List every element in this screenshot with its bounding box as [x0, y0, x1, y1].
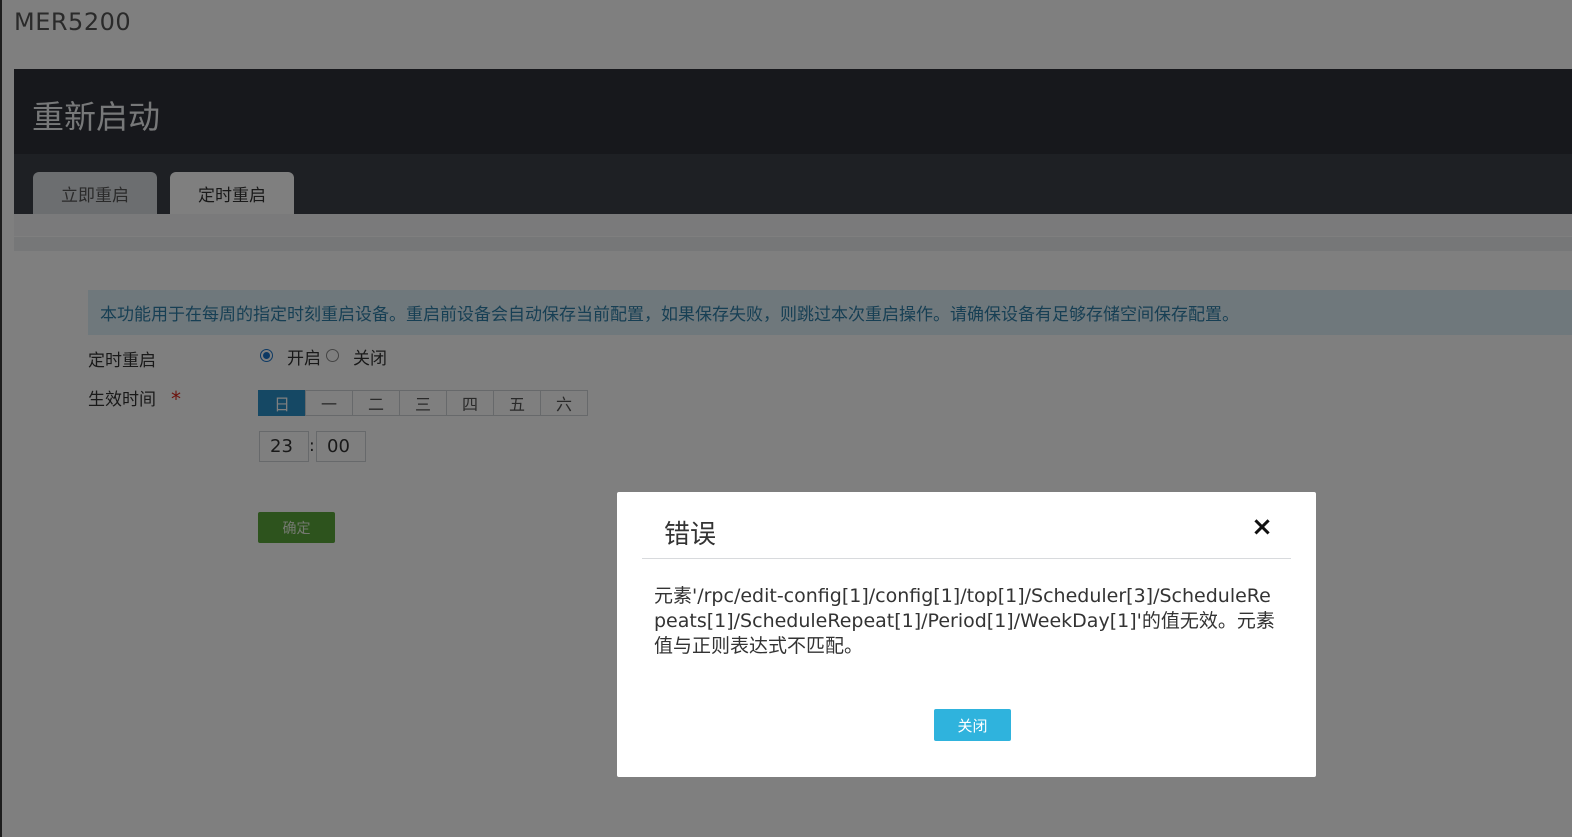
error-dialog: 错误 × 元素'/rpc/edit-config[1]/config[1]/to…: [617, 492, 1316, 777]
close-icon[interactable]: ×: [1249, 514, 1275, 540]
error-message: 元素'/rpc/edit-config[1]/config[1]/top[1]/…: [654, 585, 1275, 657]
dialog-close-button[interactable]: 关闭: [934, 709, 1011, 741]
dialog-title: 错误: [664, 520, 717, 550]
dialog-divider: [642, 558, 1291, 559]
